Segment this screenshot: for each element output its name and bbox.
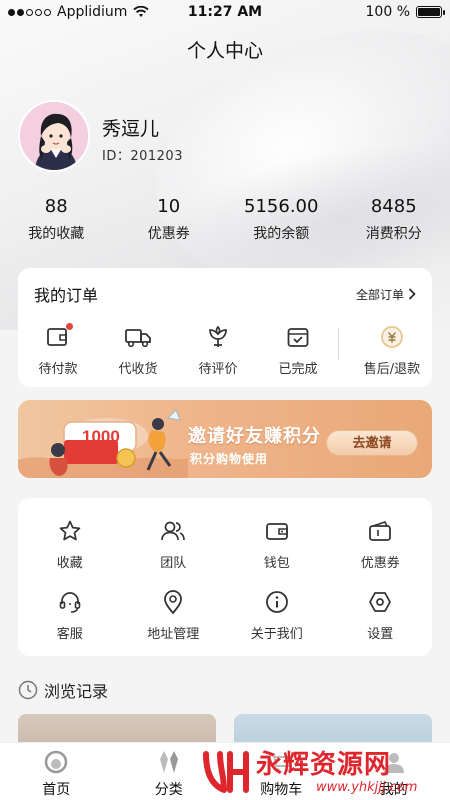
service-favorites[interactable]: 收藏: [18, 518, 122, 571]
refund-icon: [381, 326, 403, 348]
category-icon: [159, 751, 178, 773]
signal-dots-icon: [8, 8, 51, 16]
service-team[interactable]: 团队: [122, 518, 226, 571]
username: 秀逗儿: [102, 118, 160, 140]
tab-label: 首页: [42, 782, 71, 798]
wallet-pending-icon: [47, 328, 67, 346]
stats-row: 88 我的收藏 10 优惠券 5156.00 我的余额 8485 消费积分: [0, 196, 450, 243]
service-address[interactable]: 地址管理: [122, 589, 226, 642]
history-title: 浏览记录: [44, 682, 109, 701]
watermark-logo: [203, 751, 249, 793]
banner-title: 邀请好友赚积分: [188, 426, 321, 447]
service-wallet[interactable]: 钱包: [225, 518, 329, 571]
order-label: 售后/退款: [363, 362, 421, 377]
order-label: 代收货: [118, 362, 158, 377]
banner-subtitle: 积分购物使用: [190, 452, 269, 466]
team-icon: [161, 521, 186, 541]
service-label: 客服: [56, 627, 83, 642]
orders-header: 我的订单 全部订单: [18, 268, 432, 306]
coupon-icon: [369, 521, 392, 541]
headset-icon: [59, 592, 81, 613]
carrier-name: Applidium: [57, 4, 128, 20]
services-grid: 收藏 团队 钱包 优惠券 客服 地址管理 关于我们 设置: [18, 498, 432, 642]
service-label: 设置: [367, 627, 394, 642]
services-card: 收藏 团队 钱包 优惠券 客服 地址管理 关于我们 设置: [18, 498, 432, 656]
avatar[interactable]: [18, 100, 90, 172]
chevron-right-icon: [408, 288, 416, 300]
site-watermark: 永辉资源网 www.yhkjjj.com: [200, 744, 450, 800]
service-settings[interactable]: 设置: [329, 589, 433, 642]
stat-coupons[interactable]: 10 优惠券: [113, 196, 226, 243]
page-title: 个人中心: [186, 40, 263, 62]
order-label: 待付款: [38, 362, 78, 377]
profile-screen: Applidium 11:27 AM 100 % 个人中心 秀逗儿 ID：201…: [0, 0, 450, 800]
watermark-url: www.yhkjjj.com: [316, 779, 418, 795]
order-awaiting-review[interactable]: 待评价: [178, 324, 258, 377]
stat-label: 我的余额: [253, 226, 310, 242]
service-about[interactable]: 关于我们: [225, 589, 329, 642]
order-completed[interactable]: 已完成: [258, 324, 338, 377]
service-label: 优惠券: [360, 556, 400, 571]
stat-label: 消费积分: [365, 226, 422, 242]
status-bar: Applidium 11:27 AM 100 %: [0, 0, 450, 24]
orders-divider: [338, 328, 339, 360]
stat-label: 我的收藏: [28, 226, 85, 242]
watermark-main: 永辉资源网: [256, 749, 392, 780]
service-label: 地址管理: [147, 627, 200, 642]
watermark-text: 永辉资源网 www.yhkjjj.com: [256, 750, 417, 795]
box-check-icon: [287, 328, 309, 347]
stat-favorites[interactable]: 88 我的收藏: [0, 196, 113, 243]
battery-icon: [416, 6, 445, 18]
order-label: 待评价: [198, 362, 238, 377]
orders-row: 待付款 代收货 待评价 已完成 售后/退款: [18, 323, 432, 377]
order-pending-payment[interactable]: 待付款: [18, 323, 98, 377]
all-orders-label: 全部订单: [355, 287, 404, 302]
invite-button[interactable]: 去邀请: [326, 430, 418, 456]
service-label: 收藏: [56, 556, 83, 571]
wifi-icon: [133, 6, 150, 17]
battery-percent: 100 %: [365, 4, 410, 20]
settings-icon: [369, 592, 392, 612]
service-label: 钱包: [263, 556, 290, 571]
truck-icon: [125, 329, 151, 348]
invite-banner[interactable]: 1000 邀请好友赚积分 积分购物使用 去邀请: [18, 400, 432, 478]
service-label: 团队: [160, 556, 187, 571]
star-icon: [59, 520, 81, 541]
tab-home[interactable]: 首页: [0, 743, 113, 800]
location-icon: [164, 590, 183, 615]
stat-balance[interactable]: 5156.00 我的余额: [225, 196, 338, 243]
invite-illustration: 1000: [18, 409, 188, 478]
banner-badge-text: 1000: [82, 427, 120, 446]
history-header: 浏览记录: [18, 678, 108, 702]
wallet-icon: [265, 523, 288, 540]
orders-card: 我的订单 全部订单 待付款 代收货 待评价 已完成 售后/退款: [18, 268, 432, 387]
clock-icon: [18, 680, 38, 700]
stat-value: 88: [44, 196, 68, 217]
unread-dot: [66, 323, 73, 330]
carrier-group: Applidium: [8, 4, 150, 20]
flower-icon: [209, 325, 227, 347]
stat-value: 8485: [370, 196, 417, 217]
order-label: 已完成: [278, 362, 318, 377]
home-icon: [45, 750, 68, 774]
stat-points[interactable]: 8485 消费积分: [338, 196, 450, 243]
battery-group: 100 %: [365, 4, 445, 20]
stat-label: 优惠券: [147, 226, 190, 242]
service-customer-care[interactable]: 客服: [18, 589, 122, 642]
stat-value: 5156.00: [244, 196, 319, 217]
service-coupons[interactable]: 优惠券: [329, 518, 433, 571]
order-awaiting-delivery[interactable]: 代收货: [98, 324, 178, 377]
order-refund[interactable]: 售后/退款: [352, 324, 432, 377]
info-icon: [265, 591, 288, 613]
all-orders-link[interactable]: 全部订单: [356, 286, 416, 303]
stat-value: 10: [157, 196, 181, 217]
orders-title: 我的订单: [34, 286, 99, 305]
battery-fill: [418, 8, 440, 16]
service-label: 关于我们: [250, 627, 303, 642]
user-id: ID：201203: [102, 149, 183, 164]
